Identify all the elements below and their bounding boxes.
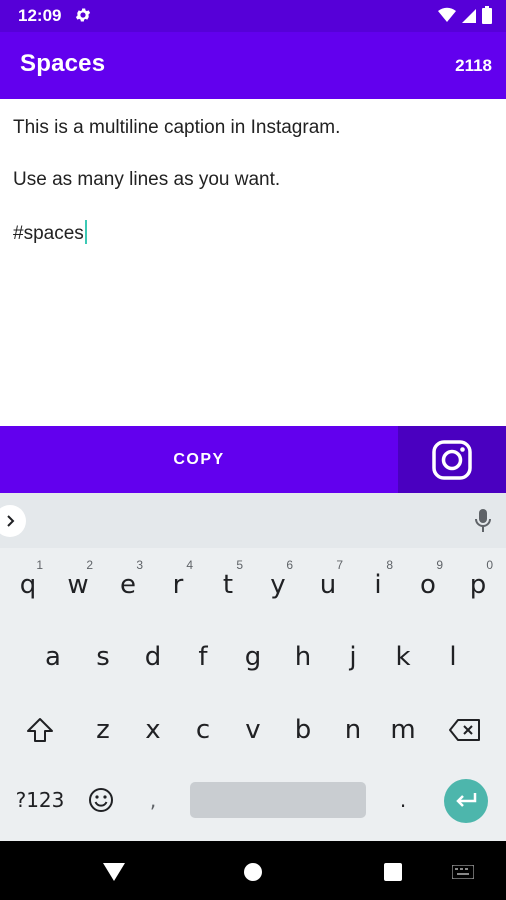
space-bar[interactable] <box>190 782 366 818</box>
shift-arrow-icon <box>27 718 53 742</box>
key-e[interactable]: e3 <box>105 558 151 610</box>
key-s[interactable]: s <box>80 632 126 682</box>
key-w[interactable]: w2 <box>55 558 101 610</box>
caption-line-3: #spaces <box>13 220 87 245</box>
recents-square-icon[interactable] <box>384 863 402 881</box>
emoji-key[interactable] <box>78 775 124 825</box>
key-j[interactable]: j <box>330 632 376 682</box>
expand-toolbar-button[interactable] <box>0 505 26 537</box>
suggestion-bar <box>0 493 506 548</box>
text-cursor <box>84 220 87 244</box>
key-label: o <box>420 570 436 600</box>
emoji-smiley-icon <box>89 788 113 812</box>
key-n[interactable]: n <box>330 705 376 755</box>
backspace-key[interactable] <box>442 705 488 755</box>
key-label: e <box>120 570 136 600</box>
status-time: 12:09 <box>18 6 62 25</box>
key-y[interactable]: y6 <box>255 558 301 610</box>
key-label: u <box>319 570 337 600</box>
cell-signal-icon <box>462 9 476 23</box>
instagram-icon <box>432 439 472 480</box>
copy-button[interactable]: COPY <box>0 426 398 493</box>
key-label: r <box>172 570 184 600</box>
key-f[interactable]: f <box>180 632 226 682</box>
key-a[interactable]: a <box>30 632 76 682</box>
instagram-button[interactable] <box>398 426 506 493</box>
settings-gear-icon <box>75 8 91 22</box>
key-d[interactable]: d <box>130 632 176 682</box>
key-hint: 5 <box>236 558 243 572</box>
wifi-icon <box>438 7 456 23</box>
caption-line-2: Use as many lines as you want. <box>13 169 281 190</box>
key-v[interactable]: v <box>230 705 276 755</box>
key-c[interactable]: c <box>180 705 226 755</box>
key-u[interactable]: u7 <box>305 558 351 610</box>
caption-line-1: This is a multiline caption in Instagram… <box>13 117 341 138</box>
key-hint: 0 <box>486 558 493 572</box>
backspace-icon <box>449 719 480 741</box>
navigation-bar <box>0 841 506 900</box>
key-label: y <box>270 570 286 600</box>
key-o[interactable]: o9 <box>405 558 451 610</box>
key-label: p <box>469 570 487 600</box>
key-hint: 2 <box>86 558 93 572</box>
enter-key[interactable] <box>444 779 488 823</box>
key-q[interactable]: q1 <box>5 558 51 610</box>
comma-key[interactable]: , <box>130 775 176 825</box>
key-l[interactable]: l <box>430 632 476 682</box>
period-key[interactable]: . <box>380 775 426 825</box>
status-bar: 12:09 <box>0 0 506 32</box>
key-g[interactable]: g <box>230 632 276 682</box>
key-label: i <box>374 570 382 600</box>
status-icons <box>438 6 492 24</box>
key-hint: 4 <box>186 558 193 572</box>
character-count: 2118 <box>455 56 492 75</box>
key-hint: 3 <box>136 558 143 572</box>
key-label: q <box>19 570 37 600</box>
soft-keyboard: q1 w2 e3 r4 t5 y6 u7 i8 o9 p0 a s d f g … <box>0 493 506 841</box>
key-p[interactable]: p0 <box>455 558 501 610</box>
keyboard-switch-icon[interactable] <box>452 865 474 879</box>
key-z[interactable]: z <box>80 705 126 755</box>
key-i[interactable]: i8 <box>355 558 401 610</box>
caption-editor[interactable]: This is a multiline caption in Instagram… <box>0 99 506 426</box>
key-label: w <box>67 570 89 600</box>
key-t[interactable]: t5 <box>205 558 251 610</box>
chevron-right-icon <box>7 515 15 527</box>
key-hint: 8 <box>386 558 393 572</box>
key-hint: 7 <box>336 558 343 572</box>
key-m[interactable]: m <box>380 705 426 755</box>
key-hint: 6 <box>286 558 293 572</box>
key-b[interactable]: b <box>280 705 326 755</box>
key-hint: 1 <box>36 558 43 572</box>
enter-arrow-icon <box>456 793 477 807</box>
home-circle-icon[interactable] <box>243 862 263 882</box>
app-title: Spaces <box>20 50 106 77</box>
microphone-icon[interactable] <box>474 508 492 534</box>
shift-key[interactable] <box>17 705 63 755</box>
key-k[interactable]: k <box>380 632 426 682</box>
app-bar: Spaces 2118 <box>0 32 506 99</box>
caption-line-3-text: #spaces <box>13 223 84 244</box>
key-hint: 9 <box>436 558 443 572</box>
key-h[interactable]: h <box>280 632 326 682</box>
symbols-key[interactable]: ?123 <box>10 775 70 825</box>
battery-icon <box>482 6 492 24</box>
back-triangle-icon[interactable] <box>103 863 125 881</box>
key-label: t <box>222 570 234 600</box>
key-r[interactable]: r4 <box>155 558 201 610</box>
key-x[interactable]: x <box>130 705 176 755</box>
